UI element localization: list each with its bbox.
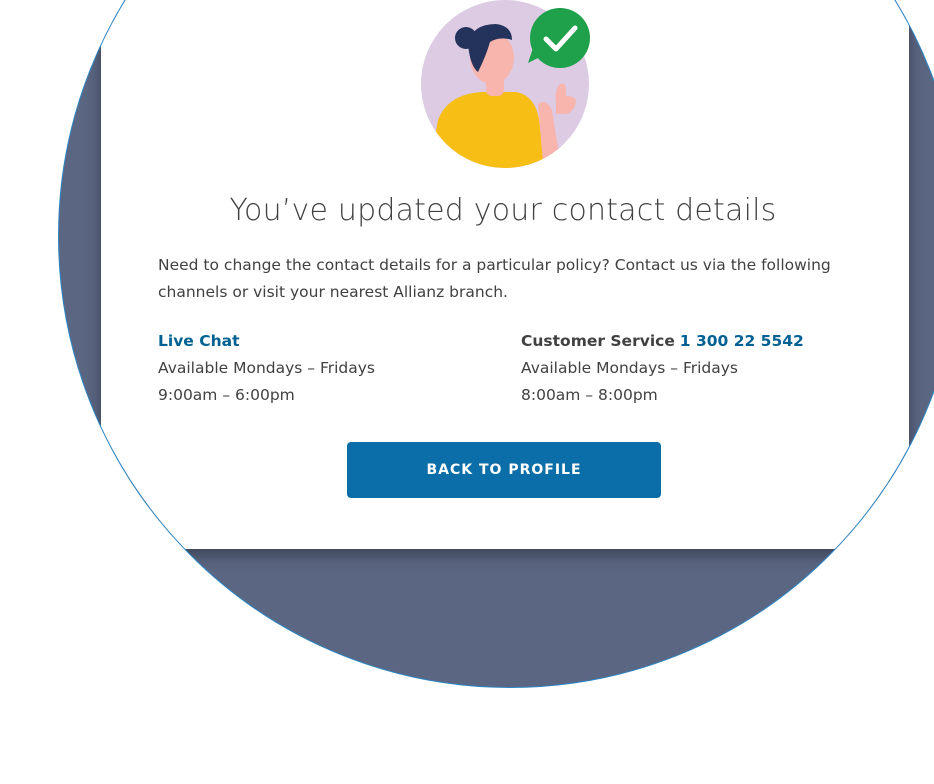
page-root: You’ve updated your contact details Need… xyxy=(0,0,934,784)
live-chat-hours: 9:00am – 6:00pm xyxy=(158,386,295,404)
back-to-profile-button[interactable]: BACK TO PROFILE xyxy=(347,442,661,498)
customer-service-hours: 8:00am – 8:00pm xyxy=(521,386,658,404)
person-thumbs-up-illustration xyxy=(421,0,590,168)
customer-service-label: Customer Service xyxy=(521,332,675,350)
live-chat-section: Live Chat Available Mondays – Fridays 9:… xyxy=(158,328,375,409)
live-chat-link[interactable]: Live Chat xyxy=(158,332,239,350)
intro-text: Need to change the contact details for a… xyxy=(158,256,831,301)
person-hair-bun xyxy=(455,27,477,49)
page-title: You’ve updated your contact details xyxy=(229,193,777,228)
customer-service-phone-link[interactable]: 1 300 22 5542 xyxy=(680,332,804,350)
live-chat-availability: Available Mondays – Fridays xyxy=(158,359,376,377)
customer-service-section: Customer Service 1 300 22 5542 Available… xyxy=(521,328,804,409)
customer-service-availability: Available Mondays – Fridays xyxy=(521,359,739,377)
